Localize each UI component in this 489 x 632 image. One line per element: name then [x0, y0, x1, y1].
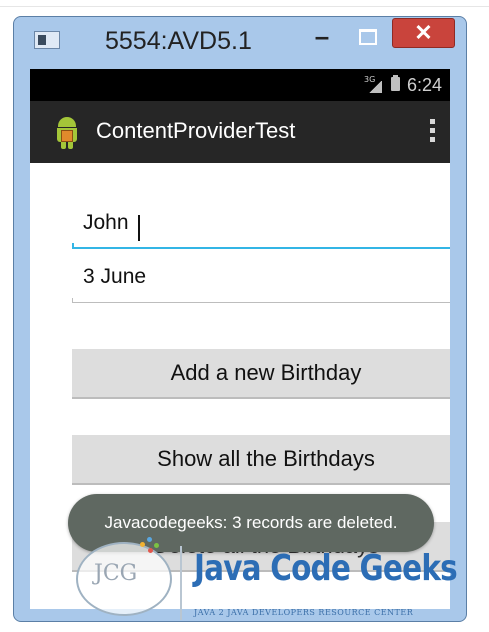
emulator-window-icon	[34, 31, 60, 49]
jcg-initials: JCG	[94, 561, 138, 586]
app-title: ContentProviderTest	[96, 118, 296, 143]
android-app-icon	[54, 117, 80, 149]
name-field[interactable]	[72, 211, 450, 249]
date-field[interactable]	[72, 265, 450, 303]
emulator-window: 5554:AVD5.1 – ✕ 3G 6:24 ContentProviderT…	[13, 16, 467, 622]
device-screen: 3G 6:24 ContentProviderTest Add a new Bi…	[30, 69, 450, 609]
overflow-menu-icon[interactable]	[428, 115, 436, 147]
add-birthday-button[interactable]: Add a new Birthday	[72, 349, 450, 399]
name-input[interactable]	[72, 211, 442, 235]
date-input[interactable]	[72, 265, 442, 289]
signal-bars-icon	[368, 81, 382, 93]
logo-dots-icon	[134, 534, 164, 556]
close-button[interactable]: ✕	[392, 18, 455, 48]
action-bar: ContentProviderTest	[30, 101, 450, 163]
text-cursor	[138, 215, 140, 241]
show-birthdays-button[interactable]: Show all the Birthdays	[72, 435, 450, 485]
status-bar: 3G 6:24	[30, 69, 450, 101]
logo-divider	[180, 546, 182, 620]
status-clock: 6:24	[407, 75, 443, 95]
signal-icon: 3G	[364, 75, 382, 93]
top-divider	[0, 6, 489, 7]
jcg-watermark-logo: JCG Java Code Geeks JAVA 2 JAVA DEVELOPE…	[60, 534, 475, 626]
jcg-tagline: JAVA 2 JAVA DEVELOPERS RESOURCE CENTER	[194, 608, 414, 617]
jcg-brand-name: Java Code Geeks	[194, 548, 458, 589]
minimize-button[interactable]: –	[309, 23, 335, 49]
maximize-button[interactable]	[354, 23, 380, 49]
window-title: 5554:AVD5.1	[105, 27, 252, 55]
battery-icon	[391, 75, 400, 91]
